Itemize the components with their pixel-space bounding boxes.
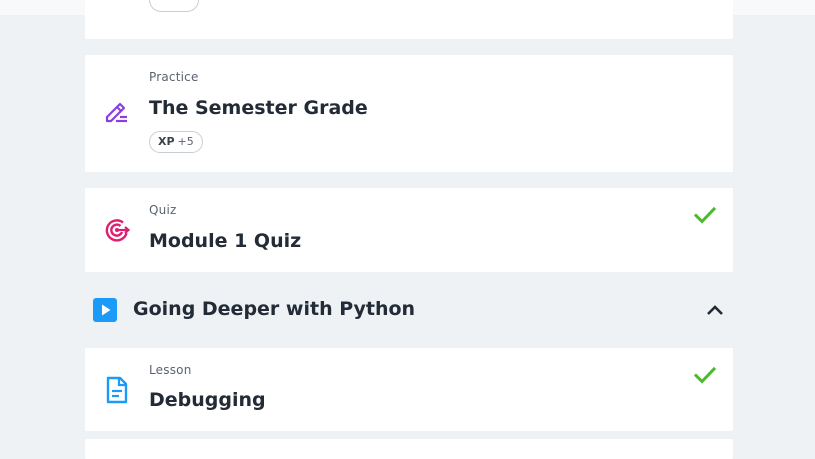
next-activity-card[interactable]	[85, 439, 733, 459]
play-icon	[93, 298, 117, 322]
pencil-lines-icon	[103, 99, 131, 127]
activity-title: Debugging	[149, 389, 266, 411]
xp-badge: XP +5	[149, 131, 203, 153]
target-icon	[103, 216, 131, 244]
activity-type: Lesson	[149, 363, 192, 377]
chevron-up-icon[interactable]	[705, 300, 725, 320]
check-icon	[693, 203, 717, 227]
activity-type: Practice	[149, 70, 199, 84]
document-icon	[103, 376, 131, 404]
section-header[interactable]: Going Deeper with Python	[85, 288, 733, 332]
activity-card-practice[interactable]: Practice The Semester Grade XP +5	[85, 55, 733, 172]
activity-card-quiz[interactable]: Quiz Module 1 Quiz	[85, 188, 733, 272]
section-title: Going Deeper with Python	[133, 298, 416, 320]
xp-pill-partial	[149, 0, 199, 12]
activity-type: Quiz	[149, 203, 177, 217]
xp-value: +5	[177, 135, 194, 148]
check-icon	[693, 363, 717, 387]
activity-title: The Semester Grade	[149, 97, 368, 119]
activity-card-lesson[interactable]: Lesson Debugging	[85, 348, 733, 431]
previous-activity-card[interactable]	[85, 0, 733, 39]
xp-label: XP	[158, 135, 175, 148]
activity-title: Module 1 Quiz	[149, 230, 302, 252]
